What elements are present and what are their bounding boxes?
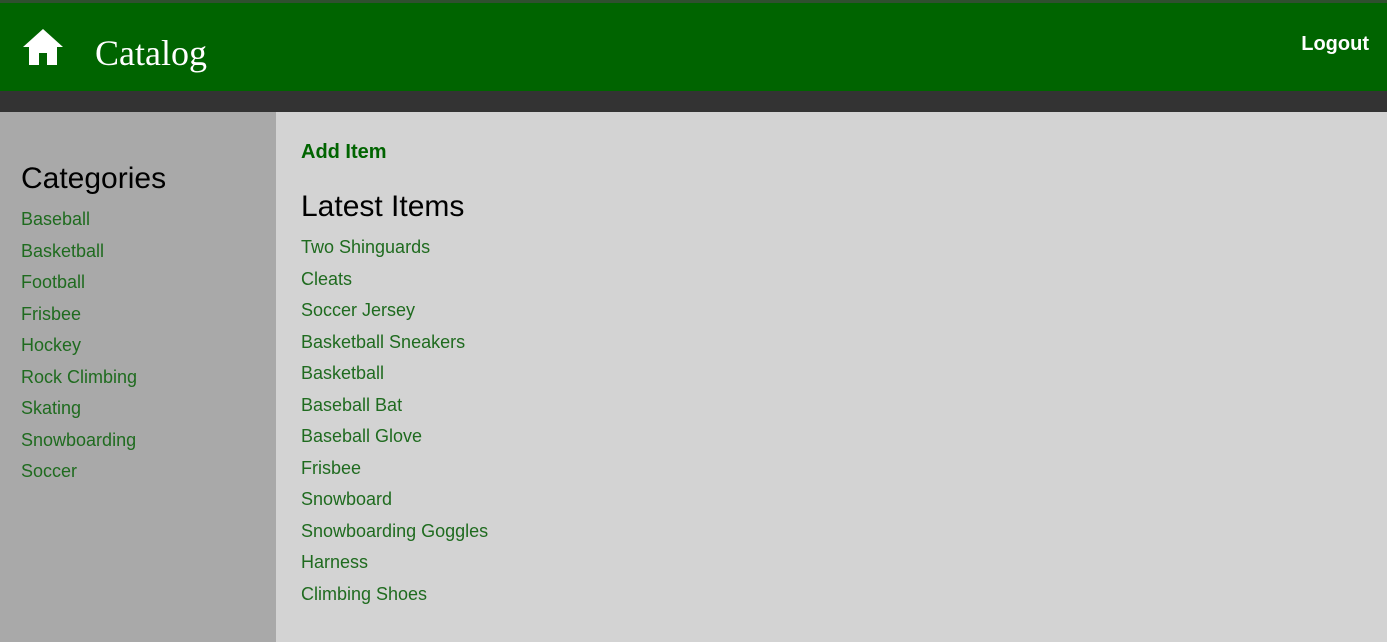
item-link[interactable]: Soccer Jersey: [301, 300, 415, 320]
item-link[interactable]: Baseball Glove: [301, 426, 422, 446]
item-link[interactable]: Basketball: [301, 363, 384, 383]
category-link-skating[interactable]: Skating: [21, 398, 81, 418]
item-link[interactable]: Basketball Sneakers: [301, 332, 465, 352]
item-link[interactable]: Harness: [301, 552, 368, 572]
category-item: Snowboarding: [21, 430, 137, 462]
list-item: Cleats: [301, 269, 488, 301]
category-link-soccer[interactable]: Soccer: [21, 461, 77, 481]
item-link[interactable]: Snowboard: [301, 489, 392, 509]
main-content: Add Item Latest Items Two Shinguards Cle…: [276, 112, 1387, 642]
category-link-snowboarding[interactable]: Snowboarding: [21, 430, 136, 450]
item-link[interactable]: Baseball Bat: [301, 395, 402, 415]
category-link-rock-climbing[interactable]: Rock Climbing: [21, 367, 137, 387]
category-item: Hockey: [21, 335, 137, 367]
list-item: Soccer Jersey: [301, 300, 488, 332]
categories-heading: Categories: [21, 162, 167, 195]
list-item: Snowboarding Goggles: [301, 521, 488, 553]
category-link-football[interactable]: Football: [21, 272, 85, 292]
category-item: Rock Climbing: [21, 367, 137, 399]
sub-header-bar: [0, 91, 1387, 112]
item-link[interactable]: Frisbee: [301, 458, 361, 478]
list-item: Two Shinguards: [301, 237, 488, 269]
item-link[interactable]: Climbing Shoes: [301, 584, 427, 604]
home-button[interactable]: [22, 27, 64, 69]
list-item: Frisbee: [301, 458, 488, 490]
brand-title[interactable]: Catalog: [95, 33, 207, 73]
list-item: Harness: [301, 552, 488, 584]
header-bar: Catalog Logout: [0, 3, 1387, 91]
list-item: Climbing Shoes: [301, 584, 488, 616]
sidebar: Categories Baseball Basketball Football …: [0, 112, 276, 642]
item-link[interactable]: Snowboarding Goggles: [301, 521, 488, 541]
latest-items-list: Two Shinguards Cleats Soccer Jersey Bask…: [301, 237, 488, 615]
categories-list: Baseball Basketball Football Frisbee Hoc…: [21, 209, 137, 493]
add-item-link[interactable]: Add Item: [301, 140, 387, 164]
category-link-baseball[interactable]: Baseball: [21, 209, 90, 229]
category-item: Basketball: [21, 241, 137, 273]
category-item: Frisbee: [21, 304, 137, 336]
category-link-basketball[interactable]: Basketball: [21, 241, 104, 261]
list-item: Basketball Sneakers: [301, 332, 488, 364]
category-link-hockey[interactable]: Hockey: [21, 335, 81, 355]
latest-items-heading: Latest Items: [301, 190, 465, 223]
category-item: Soccer: [21, 461, 137, 493]
category-item: Skating: [21, 398, 137, 430]
logout-link[interactable]: Logout: [1301, 32, 1369, 56]
item-link[interactable]: Cleats: [301, 269, 352, 289]
list-item: Baseball Bat: [301, 395, 488, 427]
list-item: Baseball Glove: [301, 426, 488, 458]
category-item: Football: [21, 272, 137, 304]
list-item: Snowboard: [301, 489, 488, 521]
list-item: Basketball: [301, 363, 488, 395]
category-item: Baseball: [21, 209, 137, 241]
item-link[interactable]: Two Shinguards: [301, 237, 430, 257]
category-link-frisbee[interactable]: Frisbee: [21, 304, 81, 324]
home-icon: [23, 29, 63, 65]
